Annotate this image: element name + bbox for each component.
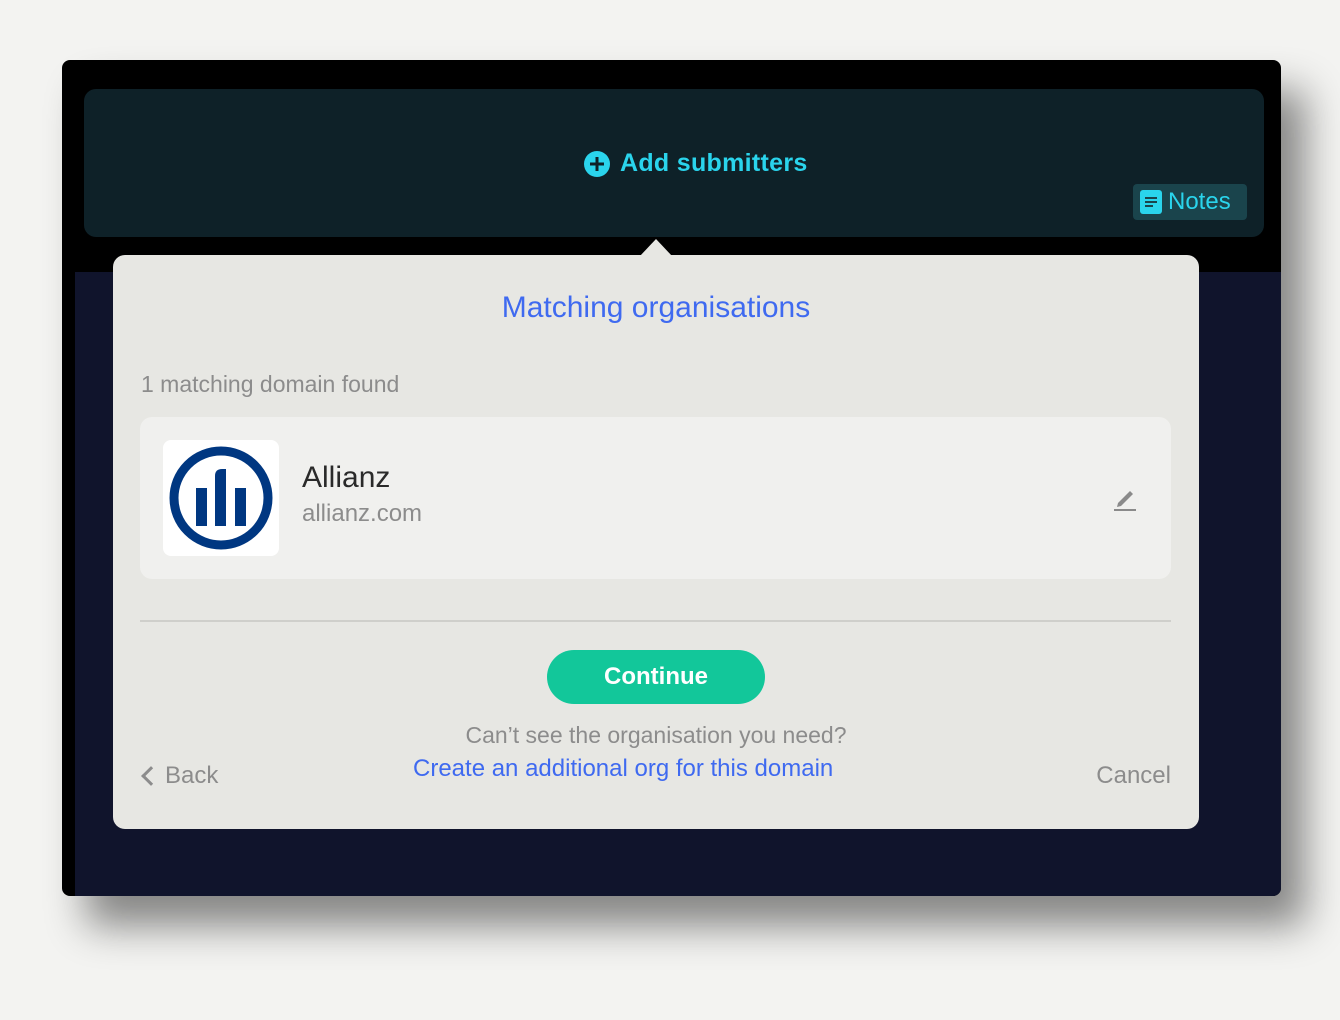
chevron-left-icon bbox=[141, 766, 161, 786]
divider bbox=[140, 620, 1171, 622]
matching-organisations-dialog: Matching organisations 1 matching domain… bbox=[113, 255, 1199, 829]
cant-see-text: Can’t see the organisation you need? bbox=[465, 722, 847, 748]
add-submitters-label: Add submitters bbox=[620, 149, 808, 177]
plus-circle-icon bbox=[584, 150, 610, 177]
popover-arrow bbox=[640, 239, 672, 256]
organisation-card[interactable]: Allianz allianz.com bbox=[140, 417, 1171, 579]
organisation-domain: allianz.com bbox=[302, 500, 423, 527]
notes-button[interactable]: Notes bbox=[1133, 184, 1247, 220]
document-icon bbox=[1140, 190, 1162, 214]
match-count-text: 1 matching domain found bbox=[141, 371, 400, 397]
pencil-icon[interactable] bbox=[1110, 483, 1140, 513]
notes-label: Notes bbox=[1168, 188, 1231, 215]
allianz-logo bbox=[163, 440, 279, 556]
add-submitters-button[interactable]: Add submitters bbox=[584, 149, 808, 178]
back-label: Back bbox=[165, 762, 219, 789]
continue-button[interactable]: Continue bbox=[547, 650, 765, 704]
organisation-name: Allianz bbox=[302, 461, 391, 494]
submitters-panel: Add submitters Notes bbox=[84, 89, 1264, 237]
create-additional-org-link[interactable]: Create an additional org for this domain bbox=[413, 755, 833, 783]
cancel-button[interactable]: Cancel bbox=[1096, 762, 1171, 790]
back-button[interactable]: Back bbox=[140, 762, 218, 790]
dialog-title: Matching organisations bbox=[501, 291, 811, 324]
